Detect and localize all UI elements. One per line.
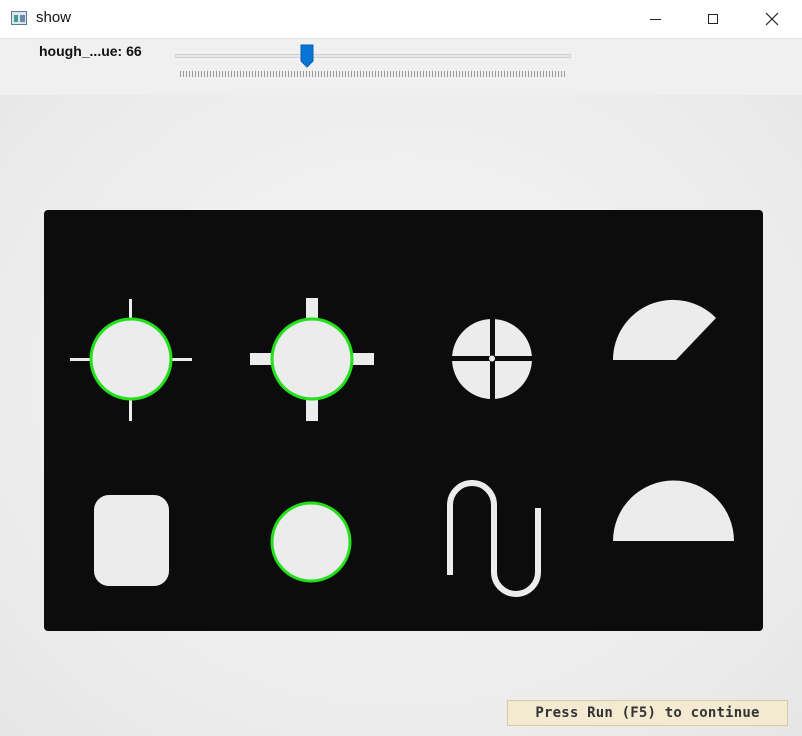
shape-rounded-square [94, 495, 169, 586]
slider-ticks [180, 71, 566, 77]
close-icon [765, 12, 779, 26]
trackbar-panel: hough_...ue: 66 [0, 39, 802, 95]
maximize-button[interactable] [684, 0, 742, 38]
app-window: show hough_...ue: 66 Press Run (F5) to c… [0, 0, 802, 736]
minimize-icon [649, 18, 661, 20]
slider-thumb[interactable] [300, 44, 314, 68]
maximize-icon [708, 14, 718, 24]
close-button[interactable] [742, 0, 802, 38]
slider-track[interactable] [175, 54, 571, 58]
continue-hint: Press Run (F5) to continue [507, 700, 788, 726]
image-canvas [44, 210, 763, 631]
title-bar[interactable]: show [0, 0, 802, 39]
image-display [0, 95, 802, 736]
minimize-button[interactable] [626, 0, 684, 38]
app-icon [11, 11, 27, 25]
trackbar-label: hough_...ue: 66 [39, 43, 142, 59]
window-title: show [36, 9, 72, 26]
